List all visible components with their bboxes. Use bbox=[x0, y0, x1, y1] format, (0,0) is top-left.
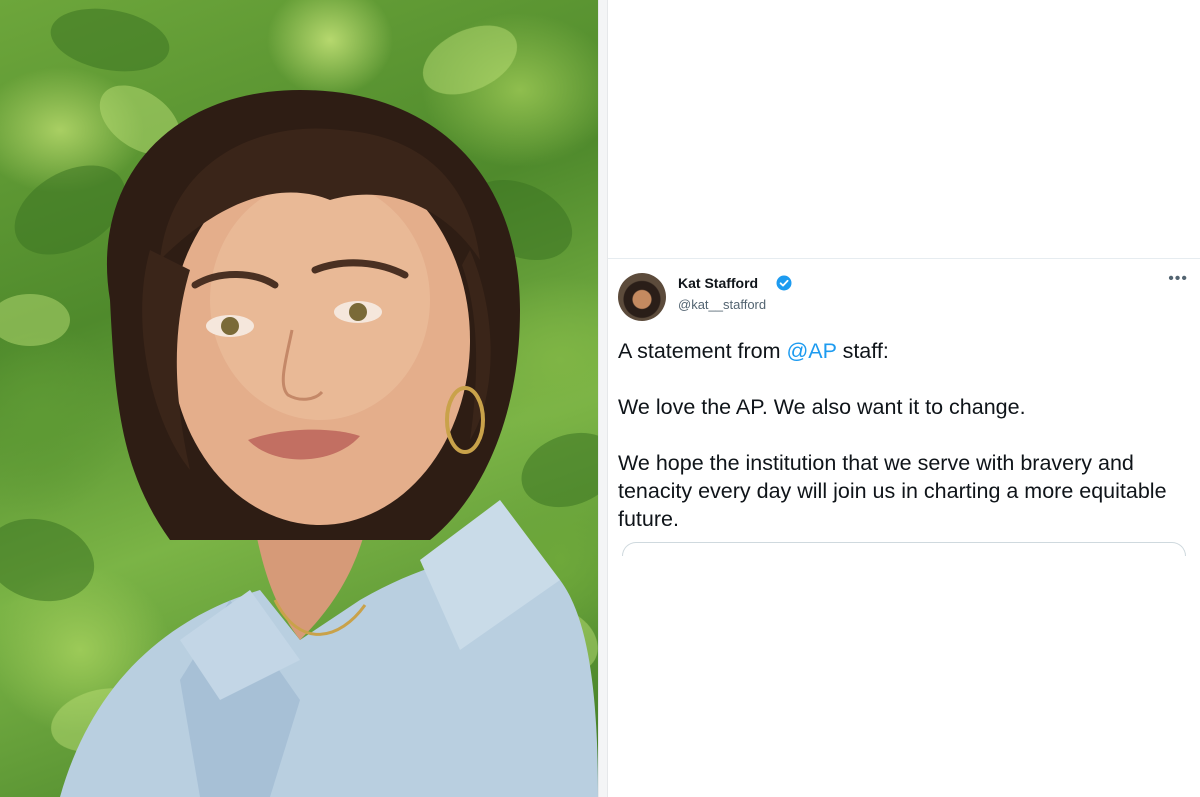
mention-link[interactable]: @AP bbox=[786, 339, 836, 363]
tweet-card: Kat Stafford @kat__stafford ••• A statem… bbox=[608, 258, 1200, 797]
tweet-text-suffix: staff: bbox=[836, 339, 889, 363]
portrait-illustration bbox=[0, 8, 598, 797]
tweet-panel: Kat Stafford @kat__stafford ••• A statem… bbox=[608, 0, 1200, 797]
author-name[interactable]: Kat Stafford bbox=[678, 275, 758, 291]
tweet-paragraph: We hope the institution that we serve wi… bbox=[618, 451, 1167, 531]
author-handle[interactable]: @kat__stafford bbox=[678, 297, 766, 312]
media-card[interactable] bbox=[622, 542, 1186, 556]
panel-divider bbox=[598, 0, 608, 797]
more-horizontal-icon[interactable]: ••• bbox=[1168, 271, 1188, 287]
tweet-paragraph: We love the AP. We also want it to chang… bbox=[618, 395, 1026, 419]
verified-badge-icon bbox=[776, 275, 792, 291]
tweet-paragraph: A statement from @AP staff: bbox=[618, 337, 1188, 365]
portrait-photo bbox=[0, 0, 598, 797]
avatar[interactable] bbox=[618, 273, 666, 321]
tweet-text-prefix: A statement from bbox=[618, 339, 787, 363]
tweet-body: A statement from @AP staff: We love the … bbox=[618, 337, 1188, 533]
